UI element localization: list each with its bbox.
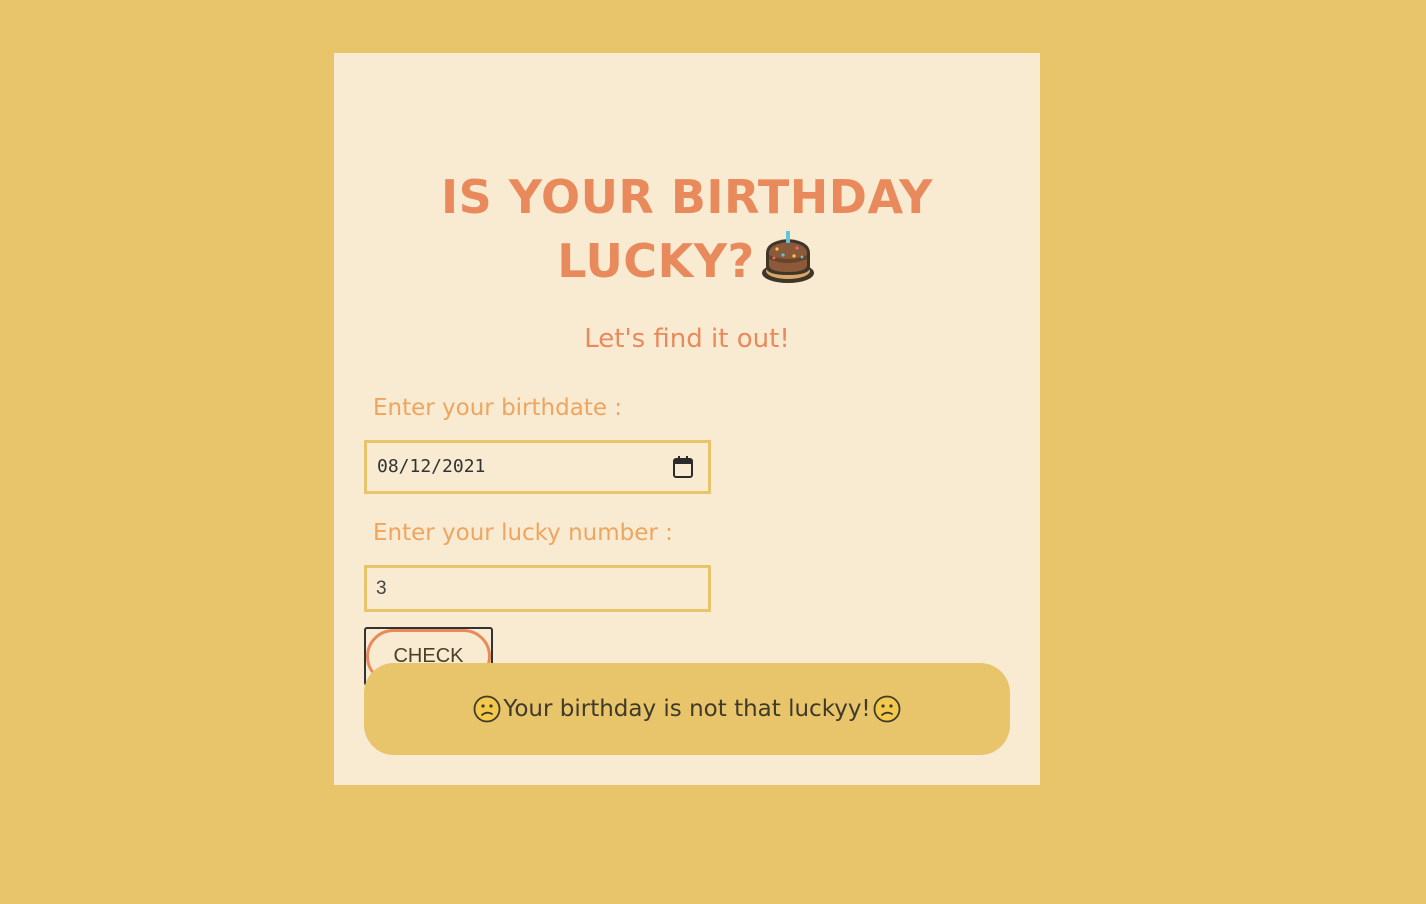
title-line-2: LUCKY?: [334, 229, 1040, 293]
result-message: Your birthday is not that luckyy!: [503, 696, 871, 722]
result-message-box: Your birthday is not that luckyy!: [364, 663, 1010, 755]
title-line-2-text: LUCKY?: [557, 234, 755, 288]
lucky-number-value[interactable]: 3: [376, 579, 387, 599]
calendar-icon[interactable]: [672, 455, 694, 479]
main-card: IS YOUR BIRTHDAY LUCKY? Let's find it ou…: [334, 53, 1040, 785]
title-line-1: IS YOUR BIRTHDAY: [441, 170, 933, 224]
page-subtitle: Let's find it out!: [584, 324, 790, 354]
lucky-number-label: Enter your lucky number :: [373, 520, 673, 546]
birthdate-value[interactable]: 08/12/2021: [377, 457, 485, 477]
birthday-cake-icon: [761, 231, 814, 283]
birthdate-label: Enter your birthdate :: [373, 395, 623, 421]
lucky-number-input[interactable]: 3: [364, 565, 711, 612]
confused-face-icon: [473, 695, 501, 723]
birthdate-input[interactable]: 08/12/2021: [364, 440, 711, 494]
confused-face-icon: [873, 695, 901, 723]
page-title: IS YOUR BIRTHDAY LUCKY?: [334, 165, 1040, 293]
